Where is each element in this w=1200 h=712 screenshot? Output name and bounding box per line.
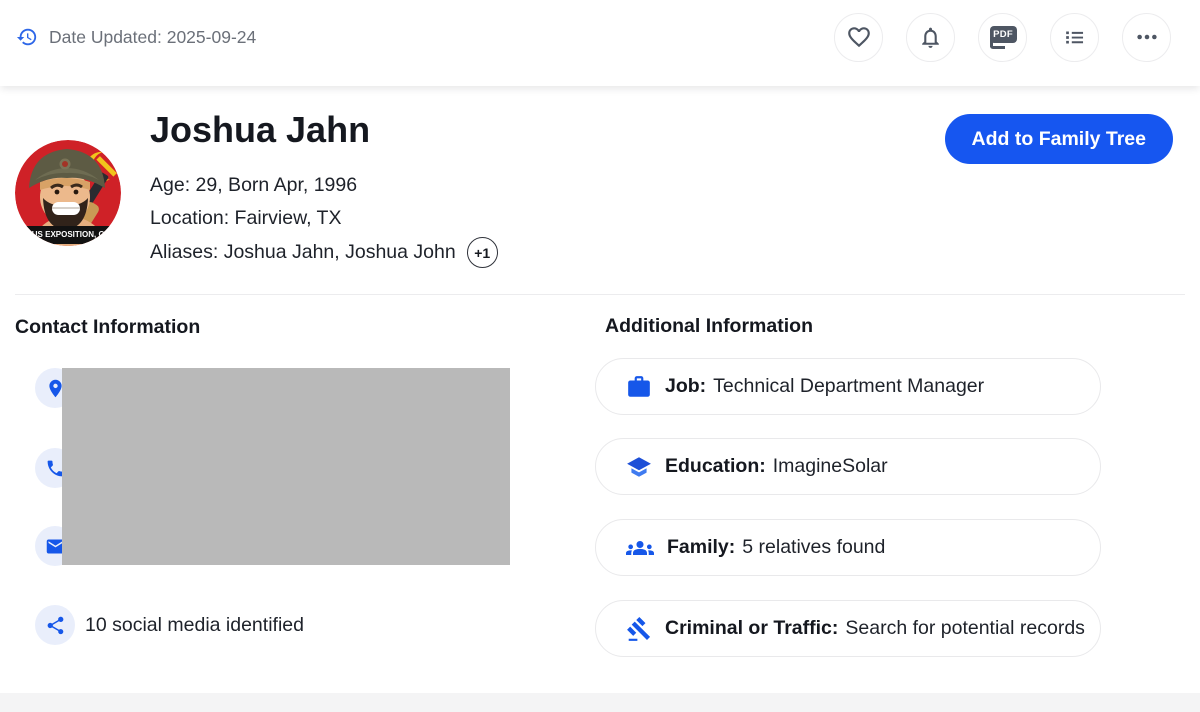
toolbar-actions: PDF bbox=[834, 13, 1171, 62]
more-options-button[interactable] bbox=[1122, 13, 1171, 62]
education-text: Education:ImagineSolar bbox=[665, 455, 888, 478]
section-divider bbox=[15, 294, 1185, 295]
family-icon bbox=[626, 534, 654, 562]
favorite-button[interactable] bbox=[834, 13, 883, 62]
aliases-more-badge[interactable]: +1 bbox=[467, 237, 498, 268]
list-icon bbox=[1062, 25, 1087, 50]
contact-information-title: Contact Information bbox=[15, 316, 200, 339]
briefcase-icon bbox=[626, 374, 652, 400]
heart-icon bbox=[846, 24, 872, 50]
additional-information-title: Additional Information bbox=[605, 315, 813, 338]
page-title: Joshua Jahn bbox=[150, 108, 370, 152]
bell-icon bbox=[918, 25, 943, 50]
family-card[interactable]: Family:5 relatives found bbox=[595, 519, 1101, 576]
alerts-button[interactable] bbox=[906, 13, 955, 62]
job-text: Job:Technical Department Manager bbox=[665, 375, 984, 398]
job-card[interactable]: Job:Technical Department Manager bbox=[595, 358, 1101, 415]
age-line: Age: 29, Born Apr, 1996 bbox=[150, 173, 357, 197]
top-toolbar: Date Updated: 2025-09-24 PDF bbox=[0, 0, 1200, 86]
education-card[interactable]: Education:ImagineSolar bbox=[595, 438, 1101, 495]
location-line: Location: Fairview, TX bbox=[150, 206, 341, 230]
aliases-line: Aliases: Joshua Jahn, Joshua John bbox=[150, 241, 456, 264]
aliases-row: Aliases: Joshua Jahn, Joshua John +1 bbox=[150, 237, 498, 268]
gavel-icon bbox=[626, 616, 652, 642]
export-pdf-button[interactable]: PDF bbox=[978, 13, 1027, 62]
criminal-or-traffic-card[interactable]: Criminal or Traffic:Search for potential… bbox=[595, 600, 1101, 657]
share-icon bbox=[45, 615, 66, 636]
profile-card: US EXPOSITION, C Joshua Jahn Age: 29, Bo… bbox=[0, 86, 1200, 693]
redacted-contact-values bbox=[62, 368, 510, 565]
date-updated-label: Date Updated: 2025-09-24 bbox=[49, 27, 256, 48]
avatar: US EXPOSITION, C bbox=[15, 140, 121, 246]
social-media-count[interactable]: 10 social media identified bbox=[85, 613, 304, 637]
history-icon bbox=[16, 26, 38, 48]
criminal-text: Criminal or Traffic:Search for potential… bbox=[665, 617, 1085, 640]
family-text: Family:5 relatives found bbox=[667, 536, 885, 559]
report-sections-button[interactable] bbox=[1050, 13, 1099, 62]
add-to-family-tree-button[interactable]: Add to Family Tree bbox=[945, 114, 1173, 164]
social-media-row-icon-wrap bbox=[35, 605, 75, 645]
avatar-watermark: US EXPOSITION, C bbox=[32, 230, 105, 239]
pdf-icon: PDF bbox=[989, 24, 1017, 51]
ellipsis-icon bbox=[1134, 24, 1160, 50]
graduation-cap-icon bbox=[626, 454, 652, 480]
date-updated: Date Updated: 2025-09-24 bbox=[16, 26, 256, 48]
